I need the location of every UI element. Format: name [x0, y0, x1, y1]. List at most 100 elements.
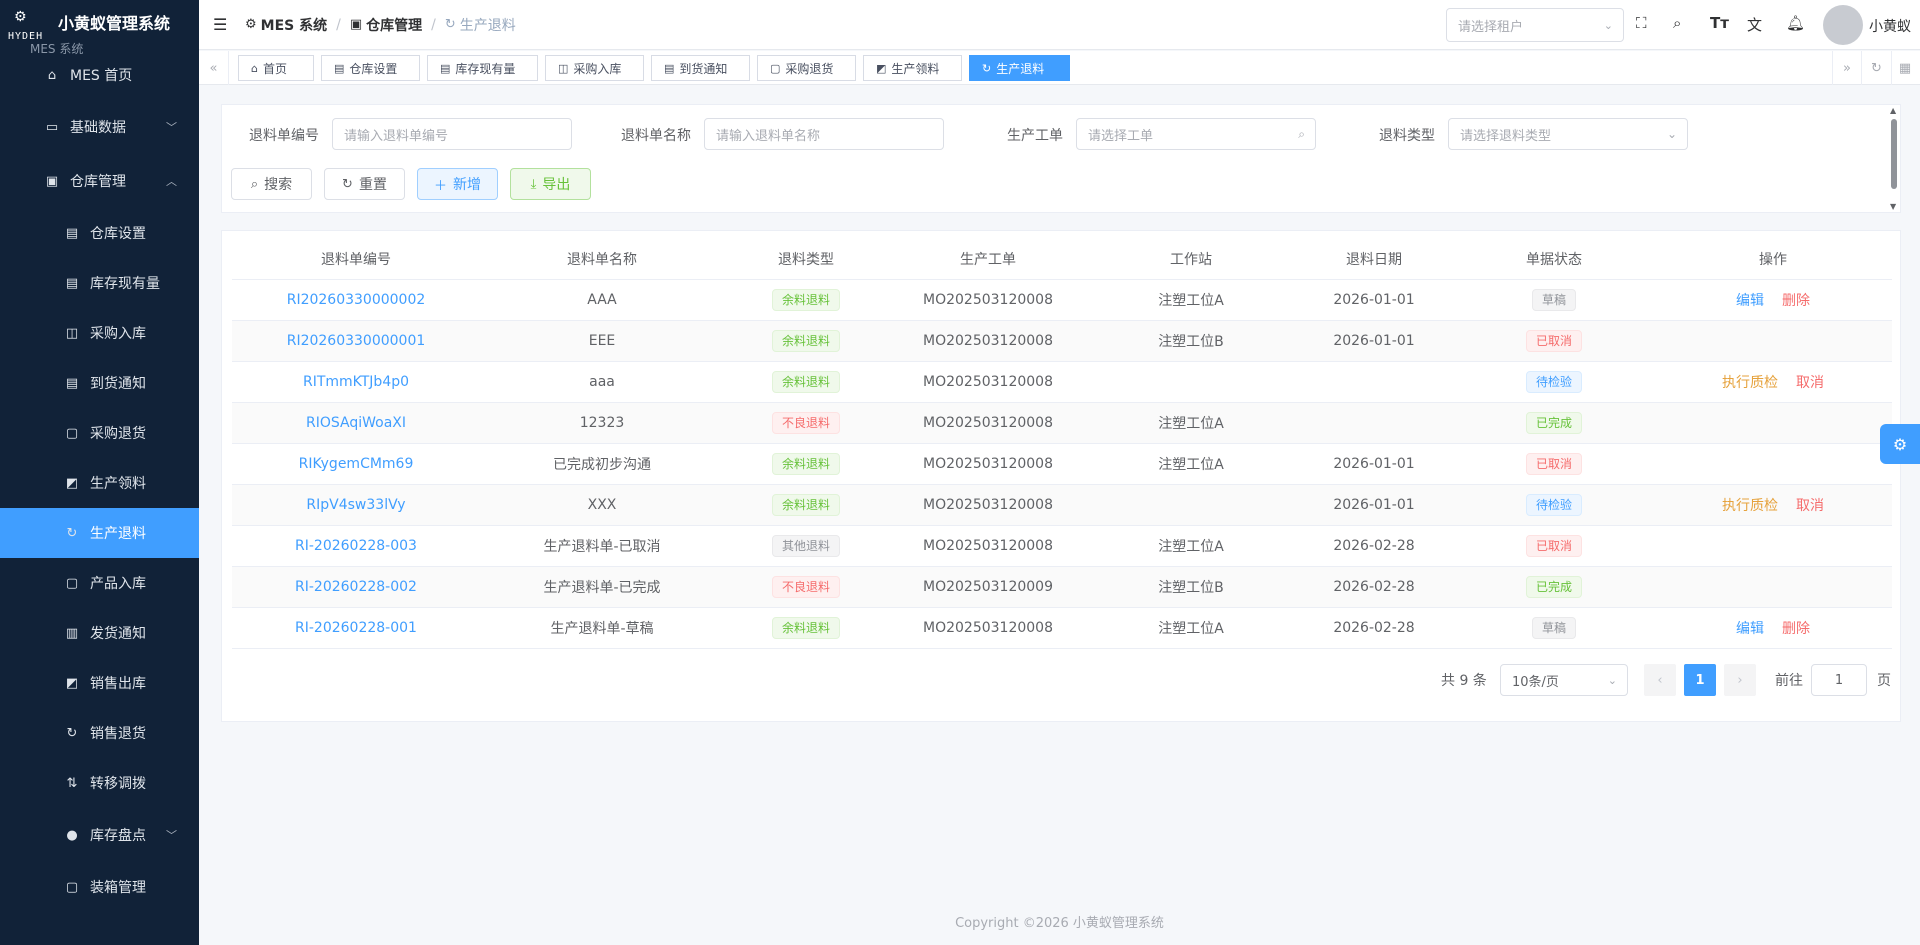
cell-status: 已完成 [1454, 402, 1654, 444]
table-row: RIKygemCMm69 已完成初步沟通 余料退料 MO202503120008 注塑工… [232, 443, 1892, 485]
sidebar-item[interactable]: ⌂ MES 首页 [0, 50, 199, 100]
sidebar-item[interactable]: ▤ 仓库设置 [0, 208, 199, 258]
cell-type: 余料退料 [724, 443, 888, 485]
hamburger-icon[interactable]: ☰ [213, 15, 229, 34]
code-input[interactable]: 请输入退料单编号 [332, 118, 572, 150]
search-icon[interactable]: ⌕ [1298, 127, 1305, 142]
table-row: RI-20260228-002 生产退料单-已完成 不良退料 MO2025031200… [232, 566, 1892, 608]
page-number-button[interactable]: 1 [1684, 664, 1716, 696]
sidebar-item[interactable]: ↻ 销售退货 [0, 708, 199, 758]
language-icon[interactable]: 文 [1747, 14, 1762, 35]
cell-date: 2026-02-28 [1294, 607, 1454, 649]
return-code-link[interactable]: RI-20260228-001 [295, 620, 417, 636]
sidebar-item-label: 销售退货 [90, 726, 146, 742]
type-label: 退料类型 [1379, 128, 1435, 144]
tab-home[interactable]: ⌂ 首页 [238, 55, 314, 81]
action-link[interactable]: 执行质检 [1722, 498, 1778, 514]
tenant-select[interactable]: 请选择租户 ⌄ [1446, 8, 1624, 42]
action-link[interactable]: 编辑 [1736, 293, 1764, 309]
cell-name: XXX [480, 484, 724, 526]
sidebar-item[interactable]: ▤ 到货通知 [0, 358, 199, 408]
sidebar-item[interactable]: ⇅ 转移调拨 [0, 758, 199, 808]
cell-date [1294, 402, 1454, 444]
sidebar-item-label: 基础数据 [70, 120, 126, 136]
tab-page[interactable]: ▢ 采购退货 [757, 55, 856, 81]
sidebar-item[interactable]: ▢ 采购退货 [0, 408, 199, 458]
export-button[interactable]: ⤓ 导出 [510, 168, 591, 200]
tags-scroll-left-icon[interactable]: « [199, 51, 229, 85]
cell-type: 不良退料 [724, 402, 888, 444]
action-link[interactable]: 删除 [1782, 621, 1810, 637]
name-input[interactable]: 请输入退料单名称 [704, 118, 944, 150]
tab-label: 采购入库 [573, 61, 622, 76]
tab-page[interactable]: ↻ 生产退料 [969, 55, 1070, 81]
tab-page[interactable]: ▤ 仓库设置 [321, 55, 420, 81]
bell-icon[interactable]: 🔔︎ [1786, 14, 1805, 32]
scroll-down-icon[interactable]: ▼ [1890, 202, 1896, 211]
return-code-link[interactable]: RI-20260228-002 [295, 579, 417, 595]
sidebar-item[interactable]: ◩ 生产领料 [0, 458, 199, 508]
status-badge: 草稿 [1531, 288, 1576, 311]
avatar[interactable] [1823, 5, 1863, 45]
scroll-up-icon[interactable]: ▲ [1890, 106, 1896, 115]
page-size-select[interactable]: 10条/页 ⌄ [1500, 664, 1628, 696]
tab-page[interactable]: ▤ 到货通知 [651, 55, 750, 81]
refresh-icon: ↻ [444, 17, 456, 32]
breadcrumb-item-mes[interactable]: ⚙ MES 系统 [245, 15, 327, 35]
sidebar-item[interactable]: ▢ 装箱管理 [0, 862, 199, 912]
tab-page[interactable]: ◩ 生产领料 [863, 55, 962, 81]
username[interactable]: 小黄蚁 [1869, 16, 1911, 36]
work-order-input[interactable]: 请选择工单 ⌕ [1076, 118, 1316, 150]
next-page-button[interactable]: › [1724, 664, 1756, 696]
tab-page[interactable]: ◫ 采购入库 [545, 55, 644, 81]
sidebar-item[interactable]: ● 库存盘点 ﹀ [0, 808, 199, 862]
cell-station: 注塑工位B [1088, 566, 1294, 608]
return-code-link[interactable]: RI20260330000001 [287, 333, 426, 349]
return-code-link[interactable]: RITmmKTJb4p0 [303, 374, 409, 390]
sidebar-item[interactable]: ◫ 采购入库 [0, 308, 199, 358]
reset-button[interactable]: ↻ 重置 [324, 168, 405, 200]
action-link[interactable]: 删除 [1782, 293, 1810, 309]
sidebar-item-label: 仓库设置 [90, 226, 146, 242]
search-button[interactable]: ⌕ 搜索 [231, 168, 312, 200]
sidebar-item[interactable]: ▭ 基础数据 ﹀ [0, 100, 199, 154]
scrollbar-thumb[interactable] [1891, 119, 1897, 189]
breadcrumb-item-warehouse[interactable]: ▣ 仓库管理 [350, 15, 422, 35]
refresh-icon: ↻ [342, 176, 353, 192]
fullscreen-icon[interactable]: ⛶ [1636, 14, 1647, 32]
return-code-link[interactable]: RI20260330000002 [287, 292, 426, 308]
settings-gear-icon[interactable]: ⚙ [1880, 424, 1920, 464]
sidebar-item[interactable]: ▣ 仓库管理 ︿ [0, 154, 199, 208]
tags-scroll-right-icon[interactable]: » [1832, 51, 1862, 85]
sidebar-item[interactable]: ▥ 发货通知 [0, 608, 199, 658]
scrollbar[interactable]: ▲ ▼ [1888, 105, 1900, 212]
add-button[interactable]: ＋ 新增 [417, 168, 498, 200]
grid-menu-icon[interactable]: ▦ [1890, 51, 1920, 85]
tab-label: 采购退货 [785, 61, 834, 76]
return-code-link[interactable]: RIOSAqiWoaXI [306, 415, 406, 431]
font-size-icon[interactable]: Tт [1710, 14, 1729, 32]
tab-page[interactable]: ▤ 库存现有量 [427, 55, 538, 81]
sidebar-item[interactable]: ↻ 生产退料 [0, 508, 199, 558]
type-select[interactable]: 请选择退料类型 ⌄ [1448, 118, 1688, 150]
refresh-icon[interactable]: ↻ [1862, 51, 1892, 85]
sidebar-item[interactable]: ▤ 库存现有量 [0, 258, 199, 308]
action-link[interactable]: 取消 [1796, 498, 1824, 514]
action-link[interactable]: 取消 [1796, 375, 1824, 391]
cell-actions: 执行质检 取消 [1654, 361, 1892, 403]
tenant-placeholder: 请选择租户 [1458, 19, 1524, 35]
return-code-link[interactable]: RI-20260228-003 [295, 538, 417, 554]
breadcrumb: ⚙ MES 系统 / ▣ 仓库管理 / ↻ 生产退料 [245, 15, 516, 35]
return-code-link[interactable]: RIpV4sw33lVy [306, 497, 405, 513]
status-badge: 待检验 [1525, 370, 1582, 393]
chip-icon: ⚙ [245, 17, 257, 32]
sidebar-item[interactable]: ▢ 产品入库 [0, 558, 199, 608]
search-icon[interactable]: ⌕ [1673, 14, 1681, 32]
action-link[interactable]: 执行质检 [1722, 375, 1778, 391]
prev-page-button[interactable]: ‹ [1644, 664, 1676, 696]
goto-page-input[interactable]: 1 [1811, 664, 1867, 696]
cell-work-order: MO202503120008 [888, 484, 1088, 526]
sidebar-item[interactable]: ◩ 销售出库 [0, 658, 199, 708]
action-link[interactable]: 编辑 [1736, 621, 1764, 637]
return-code-link[interactable]: RIKygemCMm69 [299, 456, 414, 472]
